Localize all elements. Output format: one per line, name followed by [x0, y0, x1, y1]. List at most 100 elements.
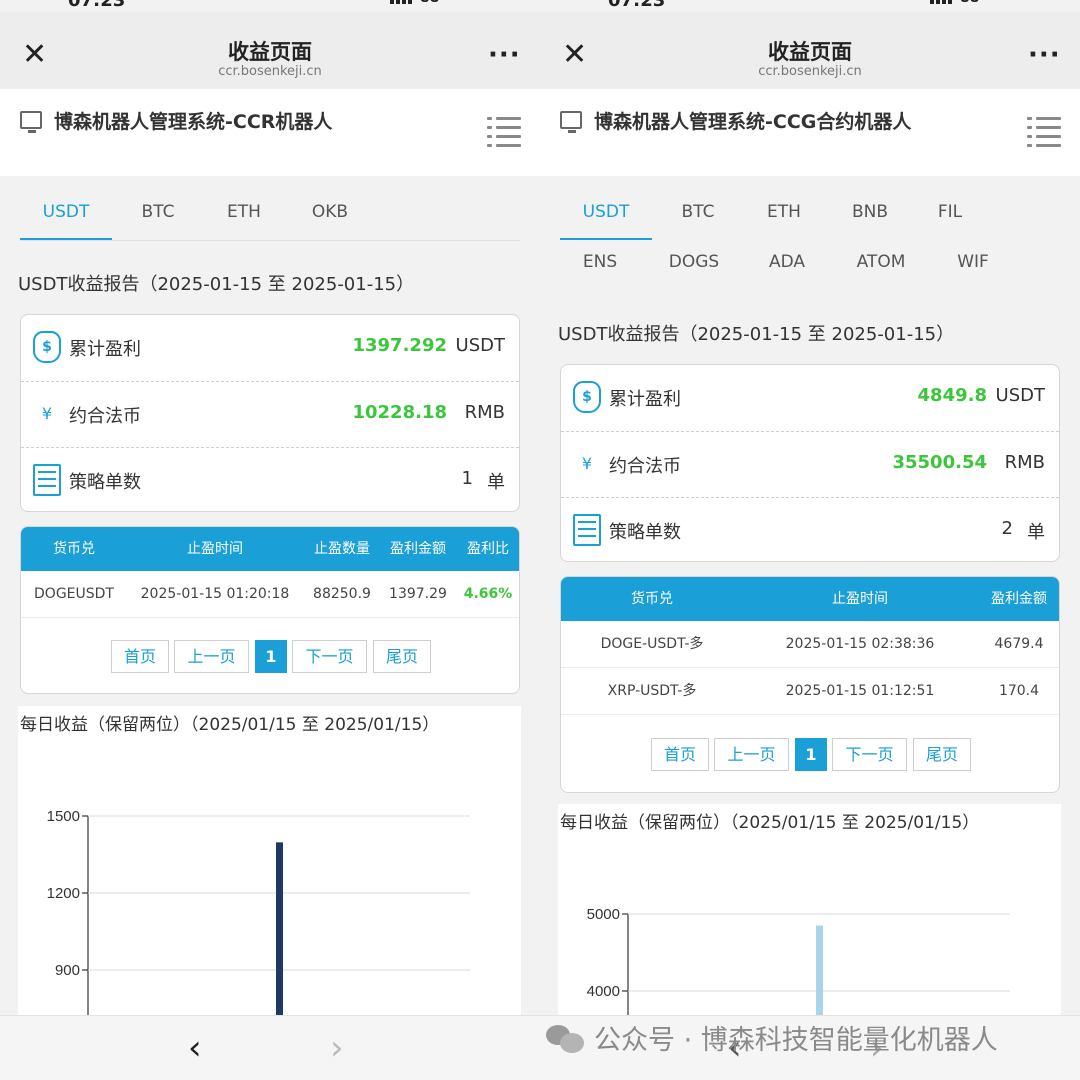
tab-atom[interactable]: ATOM [835, 240, 927, 290]
col-ratio: 盈利比 [467, 541, 509, 557]
next-page-button[interactable]: 下一页 [292, 640, 367, 673]
last-page-button[interactable]: 尾页 [913, 738, 971, 771]
chart-bar [816, 925, 823, 1015]
orders-unit: 单 [1027, 522, 1045, 543]
page-url: ccr.bosenkeji.cn [218, 64, 322, 79]
status-time: 07:23 [608, 0, 666, 11]
signal-icon [390, 0, 412, 4]
col-pair: 货币兑 [53, 541, 95, 557]
battery-level: 88 [420, 0, 439, 6]
battery-indicator: 88 [420, 0, 490, 6]
table-row: DOGEUSDT 2025-01-15 01:20:18 88250.9 139… [21, 571, 519, 618]
fiat-unit: RMB [1004, 452, 1045, 473]
bar-chart: 900 1200 1500 [47, 808, 470, 1015]
browser-nav-bar: ✕ 收益页面 ccr.bosenkeji.cn ··· [0, 12, 540, 89]
right-screen: 07:23 88 ✕ 收益页面 ccr.bosenkeji.cn ··· 博森机… [540, 0, 1080, 1080]
battery-level: 88 [960, 0, 979, 6]
status-bar: 07:23 88 [0, 0, 540, 12]
first-page-button[interactable]: 首页 [111, 640, 169, 673]
last-page-button[interactable]: 尾页 [373, 640, 431, 673]
next-page-button[interactable]: 下一页 [832, 738, 907, 771]
status-bar: 07:23 88 [540, 0, 1080, 12]
y-tick-label: 1500 [47, 808, 80, 825]
tab-wif[interactable]: WIF [927, 240, 1019, 290]
orders-row: 策略单数 1 单 [21, 447, 519, 513]
money-bag-icon: $ [573, 381, 601, 413]
current-page-button[interactable]: 1 [255, 640, 287, 673]
report-title: USDT收益报告（2025-01-15 至 2025-01-15） [558, 324, 955, 345]
table-header: 货币兑 止盈时间 盈利金额 [561, 577, 1059, 621]
cell-pair: DOGE-USDT-多 [600, 636, 704, 652]
tab-btc[interactable]: BTC [112, 190, 204, 240]
cell-time: 2025-01-15 01:12:51 [785, 683, 935, 699]
left-screen: 07:23 88 ✕ 收益页面 ccr.bosenkeji.cn ··· 博森机… [0, 0, 540, 1080]
cell-amount: 1397.29 [389, 586, 447, 602]
col-qty: 止盈数量 [314, 541, 370, 557]
tab-fil[interactable]: FIL [904, 190, 996, 240]
prev-page-button[interactable]: 上一页 [174, 640, 249, 673]
battery-indicator: 88 [960, 0, 1030, 6]
daily-profit-chart: 每日收益（保留两位）（2025/01/15 至 2025/01/15） 900 1… [18, 706, 521, 1015]
chart-bar [276, 842, 283, 1015]
profit-table: 货币兑 止盈时间 盈利金额 DOGE-USDT-多 2025-01-15 02:… [560, 576, 1060, 793]
cell-pair: DOGEUSDT [34, 586, 114, 602]
menu-list-icon[interactable] [487, 117, 521, 147]
table-row: DOGE-USDT-多 2025-01-15 02:38:36 4679.4 [561, 621, 1059, 668]
app-header: 博森机器人管理系统-CCG合约机器人 [540, 89, 1080, 176]
tab-btc[interactable]: BTC [652, 190, 744, 240]
app-header: 博森机器人管理系统-CCR机器人 [0, 89, 540, 176]
cell-amount: 170.4 [998, 683, 1040, 699]
fiat-label: 约合法币 [69, 406, 141, 427]
page-title: 收益页面 [228, 40, 312, 64]
page-url: ccr.bosenkeji.cn [758, 64, 862, 79]
app-title: 博森机器人管理系统-CCG合约机器人 [594, 111, 912, 133]
more-icon[interactable]: ··· [488, 40, 521, 70]
col-time: 止盈时间 [832, 591, 888, 607]
orders-label: 策略单数 [609, 522, 681, 543]
tab-eth[interactable]: ETH [738, 190, 830, 240]
status-time: 07:23 [68, 0, 126, 11]
prev-page-button[interactable]: 上一页 [714, 738, 789, 771]
more-icon[interactable]: ··· [1028, 40, 1061, 70]
tab-dogs[interactable]: DOGS [648, 240, 740, 290]
profit-unit: USDT [455, 335, 505, 356]
tab-usdt[interactable]: USDT [560, 190, 652, 240]
orders-value: 1 [461, 468, 473, 489]
tab-ada[interactable]: ADA [741, 240, 833, 290]
profit-value: 1397.292 [352, 335, 447, 356]
col-pair: 货币兑 [631, 591, 673, 607]
yen-icon: ¥ [41, 404, 53, 423]
tabs-divider [560, 240, 652, 241]
profit-table: 货币兑 止盈时间 止盈数量 盈利金额 盈利比 DOGEUSDT 2025-01-… [20, 526, 520, 694]
orders-unit: 单 [487, 472, 505, 493]
fiat-value: 10228.18 [352, 402, 447, 423]
col-amount: 盈利金额 [390, 541, 446, 557]
tab-usdt[interactable]: USDT [20, 190, 112, 240]
report-title: USDT收益报告（2025-01-15 至 2025-01-15） [18, 274, 415, 295]
menu-list-icon[interactable] [1027, 117, 1061, 147]
profit-label: 累计盈利 [69, 339, 141, 360]
browser-nav-bar: ✕ 收益页面 ccr.bosenkeji.cn ··· [540, 12, 1080, 89]
profit-row: $ 累计盈利 4849.8 USDT [561, 365, 1059, 431]
col-amount: 盈利金额 [991, 591, 1047, 607]
page-title: 收益页面 [768, 40, 852, 64]
chevron-right-icon[interactable]: › [330, 1028, 344, 1068]
wechat-icon [546, 1025, 586, 1055]
tab-bnb[interactable]: BNB [824, 190, 916, 240]
money-bag-icon: $ [33, 331, 61, 363]
current-page-button[interactable]: 1 [795, 738, 827, 771]
tab-okb[interactable]: OKB [284, 190, 376, 240]
tab-ens[interactable]: ENS [554, 240, 646, 290]
yen-icon: ¥ [581, 454, 593, 473]
summary-card: $ 累计盈利 4849.8 USDT ¥ 约合法币 35500.54 RMB 策… [560, 364, 1060, 562]
chevron-left-icon[interactable]: ‹ [188, 1028, 202, 1068]
fiat-row: ¥ 约合法币 10228.18 RMB [21, 381, 519, 447]
cell-qty: 88250.9 [313, 586, 371, 602]
first-page-button[interactable]: 首页 [651, 738, 709, 771]
tabs-divider [20, 240, 520, 241]
document-icon [573, 514, 601, 546]
tab-eth[interactable]: ETH [198, 190, 290, 240]
fiat-row: ¥ 约合法币 35500.54 RMB [561, 431, 1059, 497]
daily-profit-chart: 每日收益（保留两位）（2025/01/15 至 2025/01/15） 4000… [558, 804, 1061, 1015]
monitor-icon [20, 111, 42, 133]
